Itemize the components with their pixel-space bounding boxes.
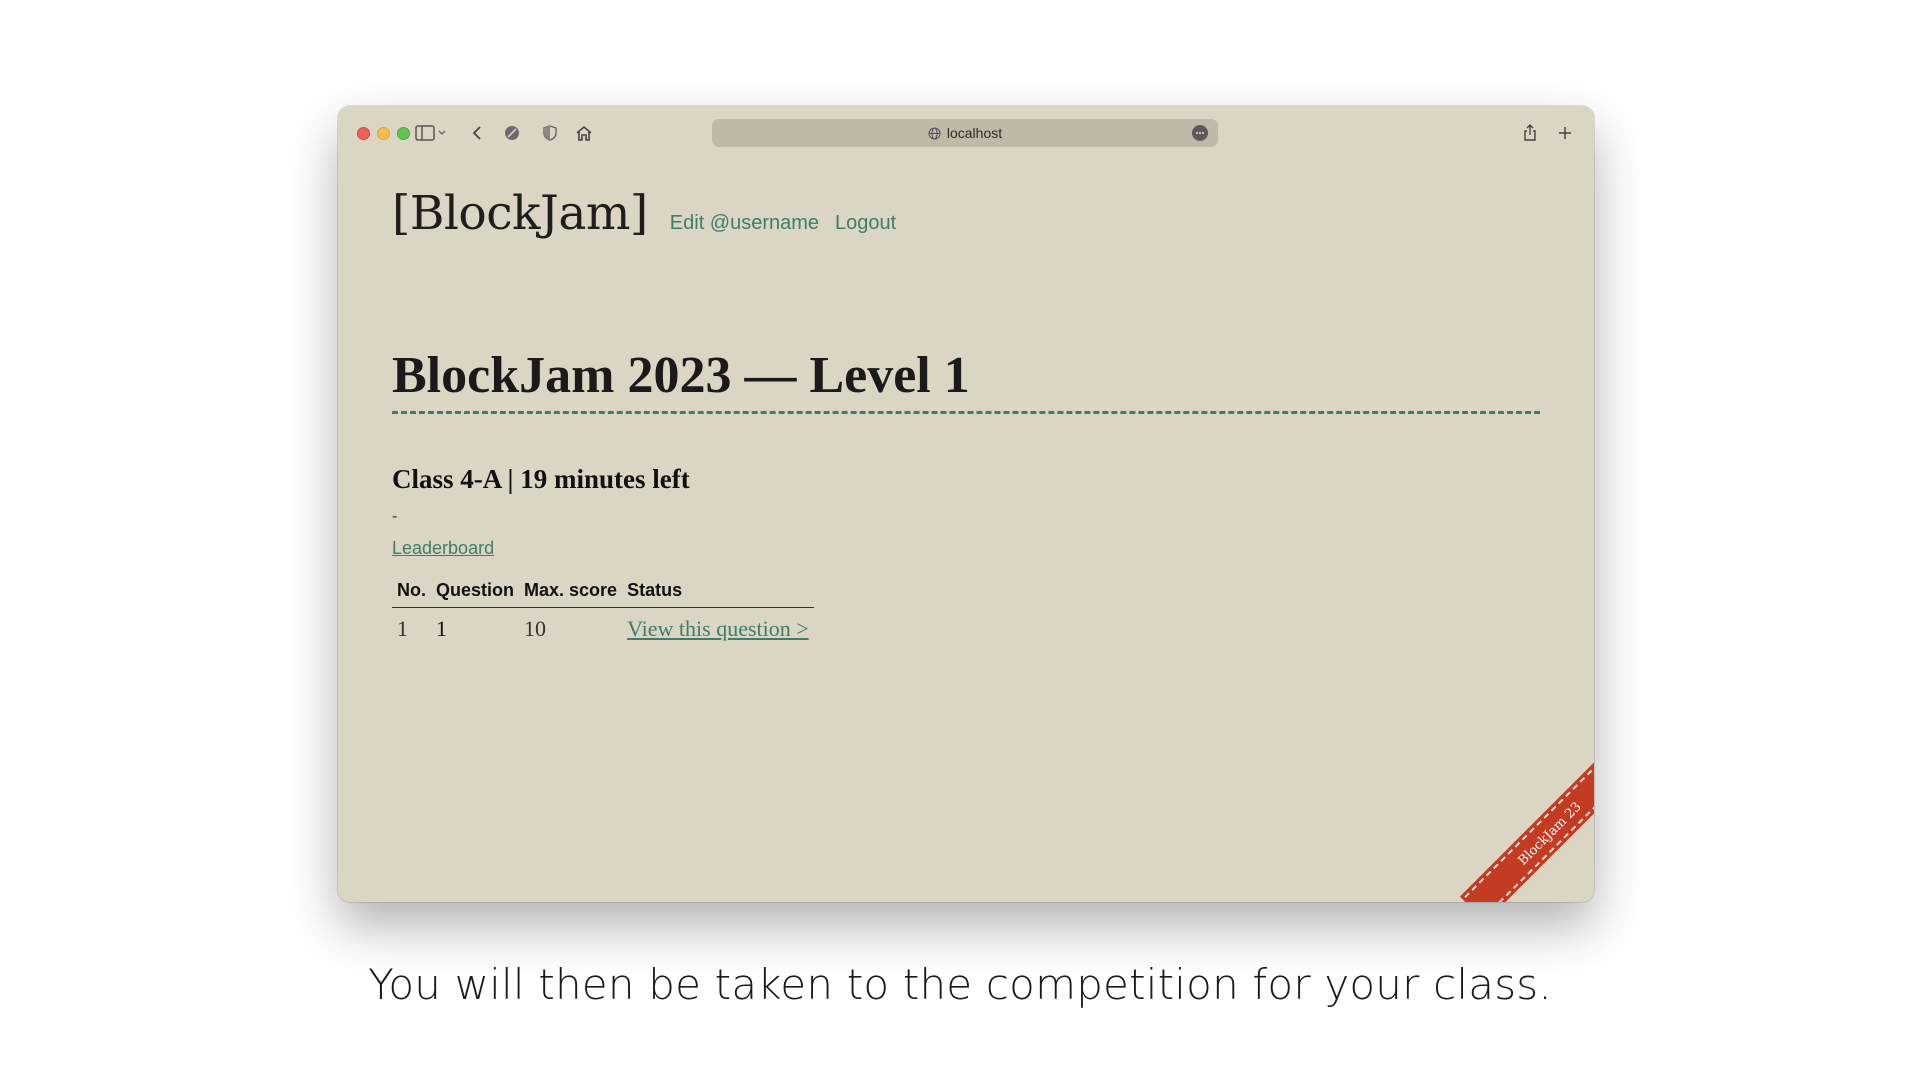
minimize-window-button[interactable] xyxy=(377,127,390,140)
address-text: localhost xyxy=(946,125,1003,141)
shield-icon[interactable] xyxy=(537,120,563,146)
home-icon[interactable] xyxy=(571,120,597,146)
plus-icon[interactable] xyxy=(1552,120,1578,146)
slide-caption: You will then be taken to the competitio… xyxy=(368,960,1552,1009)
column-header-no: No. xyxy=(392,576,431,608)
page-content: [BlockJam] Edit @username Logout BlockJa… xyxy=(392,186,1542,641)
question-number: 1 xyxy=(397,616,408,641)
question-name: 1 xyxy=(436,616,447,641)
address-bar[interactable]: localhost xyxy=(712,119,1218,147)
site-header: [BlockJam] Edit @username Logout xyxy=(392,186,1542,241)
edit-username-link[interactable]: Edit @username xyxy=(670,212,819,235)
table-header-row: No. Question Max. score Status xyxy=(392,576,814,608)
back-icon[interactable] xyxy=(464,120,490,146)
ribbon-label: BlockJam 23 xyxy=(1464,762,1594,902)
logout-link[interactable]: Logout xyxy=(835,212,896,235)
globe-icon xyxy=(928,127,941,140)
column-header-status: Status xyxy=(622,576,814,608)
table-row: 1 1 10 View this question > xyxy=(392,608,814,651)
more-icon[interactable] xyxy=(1192,125,1208,141)
chevron-down-icon[interactable] xyxy=(434,120,450,146)
column-header-question: Question xyxy=(431,576,520,608)
leaderboard-link[interactable]: Leaderboard xyxy=(392,538,494,559)
share-icon[interactable] xyxy=(1517,120,1543,146)
class-timer-heading: Class 4-A | 19 minutes left xyxy=(392,464,690,494)
column-header-max-score: Max. score xyxy=(519,576,623,608)
corner-ribbon: BlockJam 23 xyxy=(1454,762,1594,902)
blocked-icon[interactable] xyxy=(499,120,525,146)
zoom-window-button[interactable] xyxy=(397,127,410,140)
close-window-button[interactable] xyxy=(357,127,370,140)
question-max-score: 10 xyxy=(524,616,547,641)
dash-text: - xyxy=(392,508,398,525)
site-logo[interactable]: [BlockJam] xyxy=(392,186,648,241)
page-title: BlockJam 2023 — Level 1 xyxy=(392,346,1540,414)
browser-toolbar: localhost xyxy=(338,106,1594,158)
browser-window: localhost [BlockJam] Edit @username Logo… xyxy=(338,106,1594,902)
questions-table: No. Question Max. score Status 1 1 10 Vi… xyxy=(392,576,814,650)
view-question-link[interactable]: View this question > xyxy=(627,616,809,641)
